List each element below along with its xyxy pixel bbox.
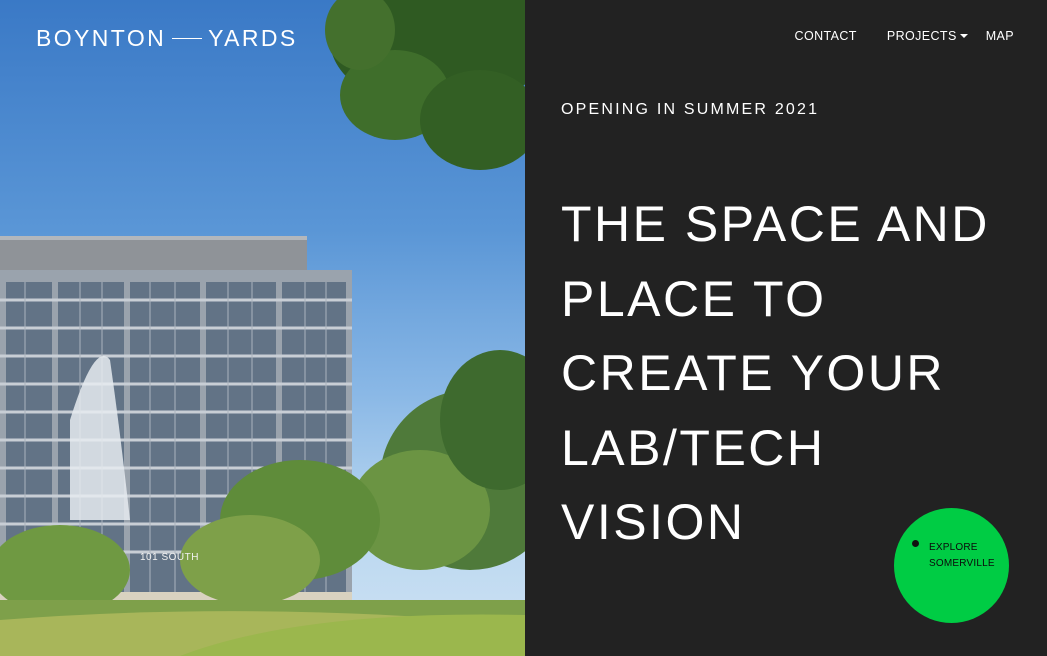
headline-line: CREATE YOUR bbox=[561, 345, 946, 401]
site-logo[interactable]: BOYNTON YARDS bbox=[36, 25, 298, 52]
opening-announcement: OPENING IN SUMMER 2021 bbox=[561, 101, 820, 118]
nav-contact-label: CONTACT bbox=[794, 29, 857, 43]
nav-map-link[interactable]: MAP bbox=[986, 29, 1014, 43]
headline-line: THE SPACE AND bbox=[561, 196, 990, 252]
nav-contact-link[interactable]: CONTACT bbox=[795, 29, 857, 43]
page: 101 SOUTH BOYNTON YARDS CONTACT PROJECTS… bbox=[0, 0, 1047, 656]
logo-text-right: YARDS bbox=[208, 25, 298, 51]
hero-headline: THE SPACE AND PLACE TO CREATE YOUR LAB/T… bbox=[561, 187, 1021, 560]
dot-icon bbox=[912, 540, 919, 547]
caret-down-icon bbox=[959, 33, 968, 38]
headline-line: PLACE TO bbox=[561, 270, 827, 327]
explore-button-label: EXPLORE SOMERVILLE bbox=[929, 540, 995, 572]
building-sign: 101 SOUTH bbox=[140, 552, 199, 563]
hero-building-image: 101 SOUTH bbox=[0, 0, 525, 656]
explore-label-line1: EXPLORE bbox=[929, 542, 978, 553]
explore-label-line2: SOMERVILLE bbox=[929, 558, 995, 569]
nav-projects-dropdown[interactable]: PROJECTS bbox=[887, 29, 968, 43]
headline-line: LAB/TECH bbox=[561, 419, 826, 476]
main-nav: CONTACT PROJECTS MAP bbox=[795, 29, 1014, 43]
logo-text-left: BOYNTON bbox=[36, 25, 167, 51]
explore-somerville-button[interactable]: EXPLORE SOMERVILLE bbox=[894, 508, 1009, 623]
logo-dash bbox=[172, 37, 203, 40]
nav-projects-label: PROJECTS bbox=[886, 29, 957, 43]
nav-map-label: MAP bbox=[985, 29, 1014, 43]
